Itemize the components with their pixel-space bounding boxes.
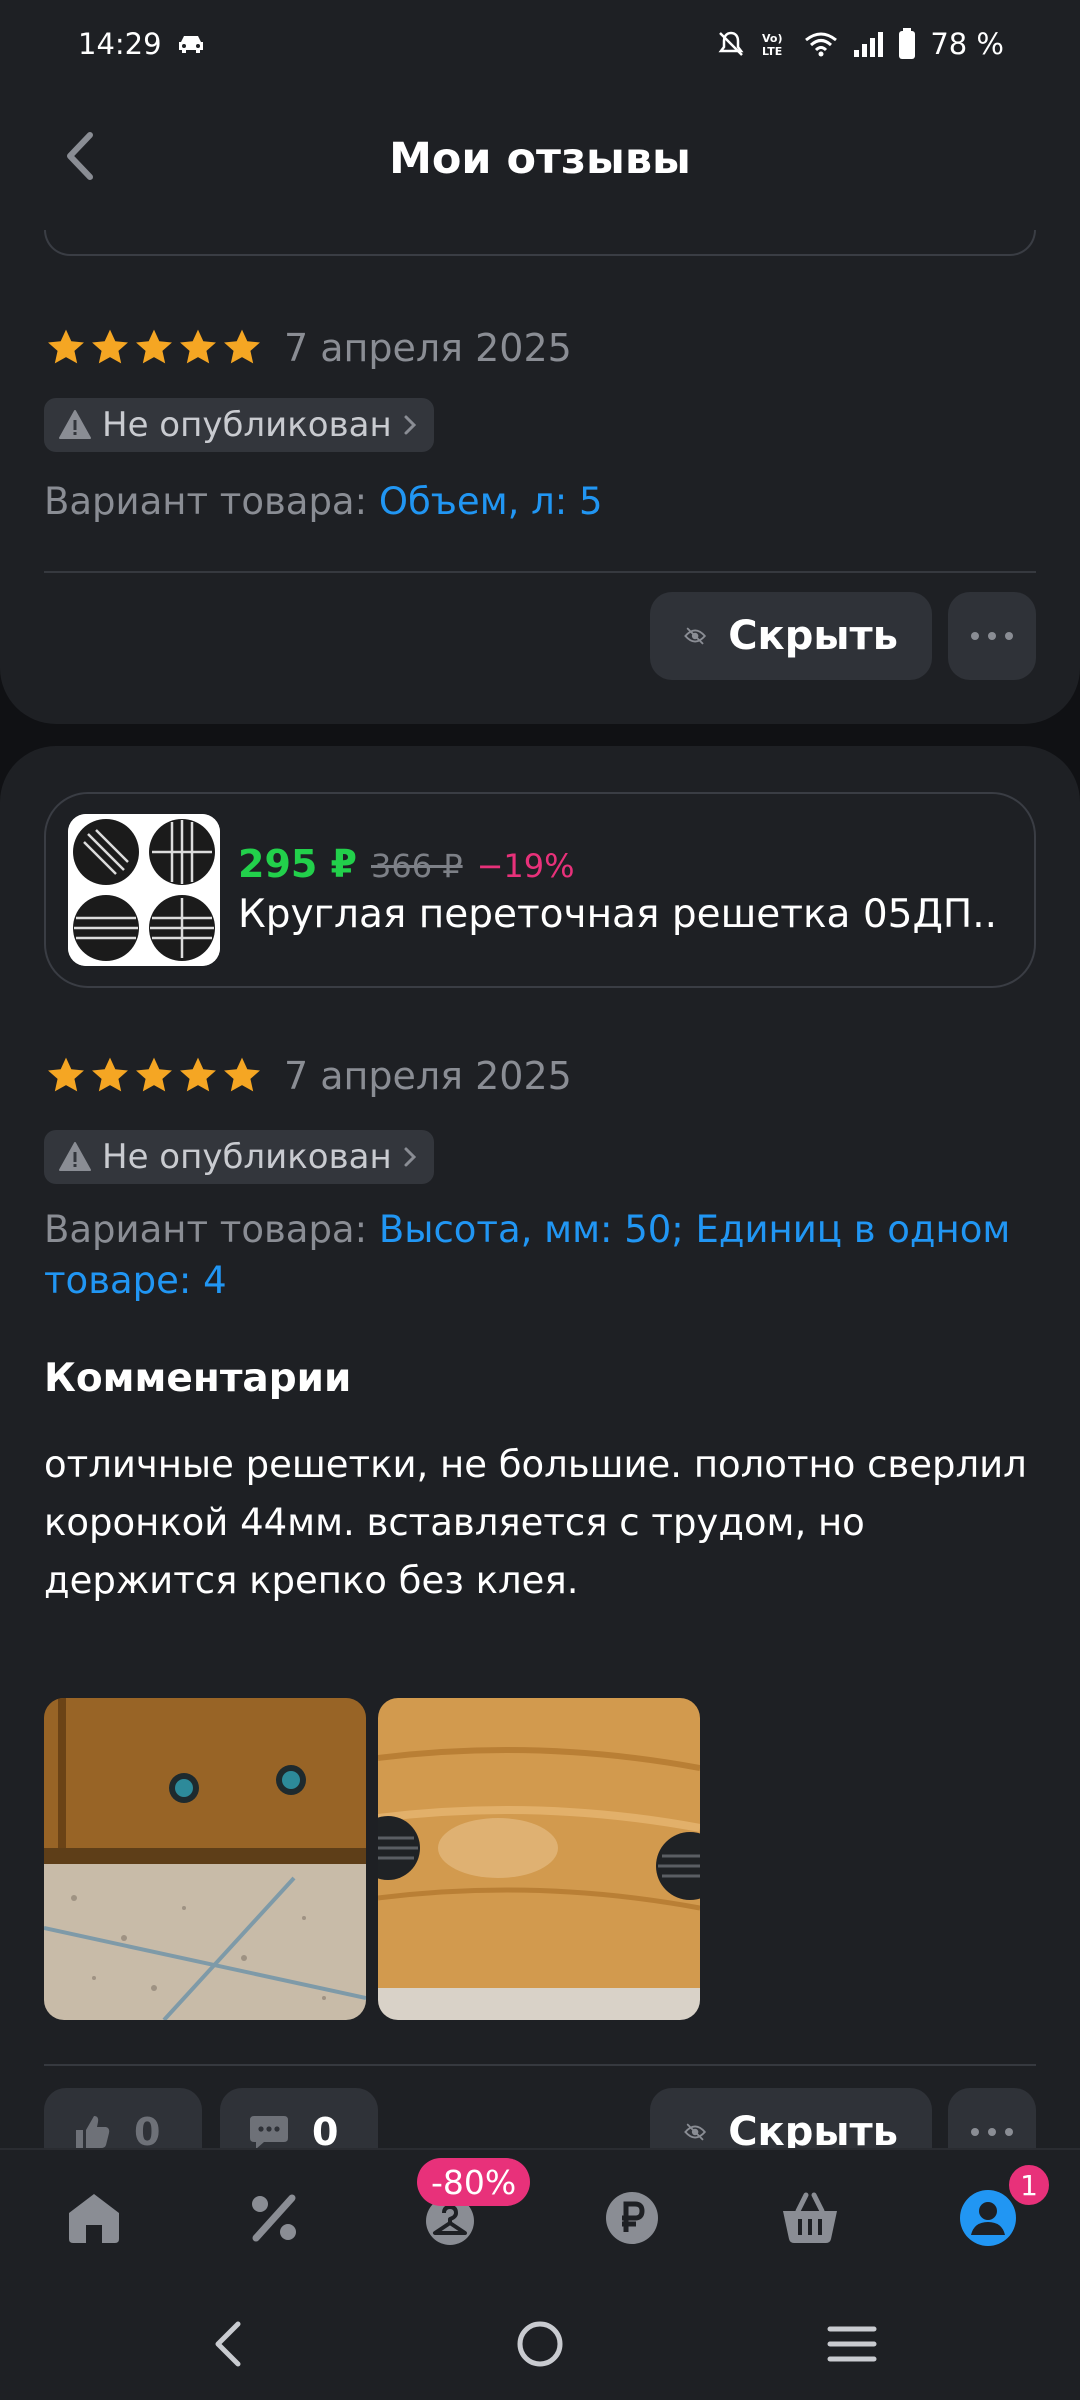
variant-value: Объем, л: 5 [378, 480, 603, 523]
bottom-nav: -80% 1 [0, 2148, 1080, 2288]
review-date: 7 апреля 2025 [284, 1054, 572, 1098]
status-badge[interactable]: Не опубликован [44, 398, 434, 452]
chevron-right-icon [404, 1147, 416, 1167]
thumbs-up-icon [76, 2116, 110, 2148]
divider [44, 571, 1036, 573]
divider [44, 2064, 1036, 2066]
circle-icon [517, 2321, 563, 2367]
price-current: 295 ₽ [238, 842, 357, 886]
star-icon [92, 1057, 128, 1092]
more-button[interactable] [948, 592, 1036, 680]
menu-icon [827, 2326, 877, 2362]
warning-icon [59, 1142, 91, 1171]
volte-icon: Vo) LTE [762, 32, 783, 58]
status-badge[interactable]: Не опубликован [44, 1130, 434, 1184]
chevron-right-icon [404, 415, 416, 435]
product-box[interactable]: 295 ₽ 366 ₽ −19% Круглая переточная реше… [44, 792, 1036, 988]
price-row: 295 ₽ 366 ₽ −19% [238, 842, 575, 886]
profile-badge: 1 [1006, 2162, 1052, 2208]
percent-icon [252, 2194, 296, 2242]
review-photo[interactable] [44, 1698, 366, 2020]
product-variant: Вариант товара: Высота, мм: 50; Единиц в… [44, 1204, 1034, 1306]
chevron-left-icon [67, 132, 93, 180]
review-card: 295 ₽ 366 ₽ −19% Круглая переточная реше… [0, 746, 1080, 2200]
more-horizontal-icon [971, 2128, 1013, 2136]
star-icon [136, 329, 172, 364]
comment-text: отличные решетки, не большие. полотно св… [44, 1443, 1027, 1602]
nav-discounts[interactable] [242, 2186, 306, 2250]
system-home-button[interactable] [508, 2312, 572, 2376]
back-button[interactable] [50, 126, 110, 186]
system-nav [0, 2288, 1080, 2400]
svg-text:LTE: LTE [762, 45, 782, 58]
car-icon [178, 36, 203, 53]
star-icon [92, 329, 128, 364]
hide-label: Скрыть [728, 613, 898, 659]
promo-badge: -80% [417, 2158, 531, 2206]
star-icon [48, 329, 84, 364]
star-icon [224, 1057, 260, 1092]
comment-icon [250, 2116, 288, 2149]
review-date: 7 апреля 2025 [284, 326, 572, 370]
nav-finance[interactable] [600, 2186, 664, 2250]
comments-title: Комментарии [44, 1356, 352, 1401]
system-back-button[interactable] [196, 2312, 260, 2376]
review-card: 7 апреля 2025 Не опубликован Вариант тов… [0, 230, 1080, 724]
nav-home[interactable] [62, 2186, 126, 2250]
review-photo[interactable] [378, 1698, 700, 2020]
mute-icon [718, 31, 744, 56]
product-box-edge [44, 230, 1036, 256]
hide-button[interactable]: Скрыть [650, 592, 932, 680]
signal-icon [854, 32, 884, 57]
star-icon [48, 1057, 84, 1092]
status-bar: 14:29 Vo) LTE 78 % [0, 0, 1080, 88]
eye-off-icon [684, 2123, 707, 2141]
star-icon [136, 1057, 172, 1092]
star-icon [224, 329, 260, 364]
battery-icon [899, 28, 916, 59]
product-variant: Вариант товара: Объем, л: 5 [44, 476, 1034, 527]
warning-icon [59, 410, 91, 439]
price-old: 366 ₽ [371, 847, 463, 885]
status-time: 14:29 [78, 27, 162, 61]
rating-stars: 7 апреля 2025 [44, 1054, 572, 1098]
wifi-icon [805, 32, 838, 57]
status-label: Не опубликован [102, 405, 392, 445]
product-name: Круглая переточная решетка 05ДП... [238, 892, 998, 937]
variant-label: Вариант товара: [44, 1208, 368, 1251]
price-discount: −19% [476, 847, 575, 885]
app-header: Мои отзывы [0, 88, 1080, 230]
nav-basket[interactable] [778, 2186, 842, 2250]
star-icon [180, 329, 216, 364]
status-label: Не опубликован [102, 1137, 392, 1177]
system-recents-button[interactable] [820, 2312, 884, 2376]
ruble-icon [606, 2192, 658, 2244]
product-image [68, 814, 220, 966]
chevron-left-icon [215, 2321, 241, 2367]
page-title: Мои отзывы [389, 134, 691, 184]
star-icon [180, 1057, 216, 1092]
eye-off-icon [684, 627, 707, 645]
battery-text: 78 % [930, 27, 1004, 61]
svg-text:Vo): Vo) [762, 32, 783, 45]
home-icon [69, 2194, 119, 2243]
more-horizontal-icon [971, 632, 1013, 640]
rating-stars: 7 апреля 2025 [44, 326, 572, 370]
variant-label: Вариант товара: [44, 480, 368, 523]
basket-icon [783, 2192, 837, 2243]
